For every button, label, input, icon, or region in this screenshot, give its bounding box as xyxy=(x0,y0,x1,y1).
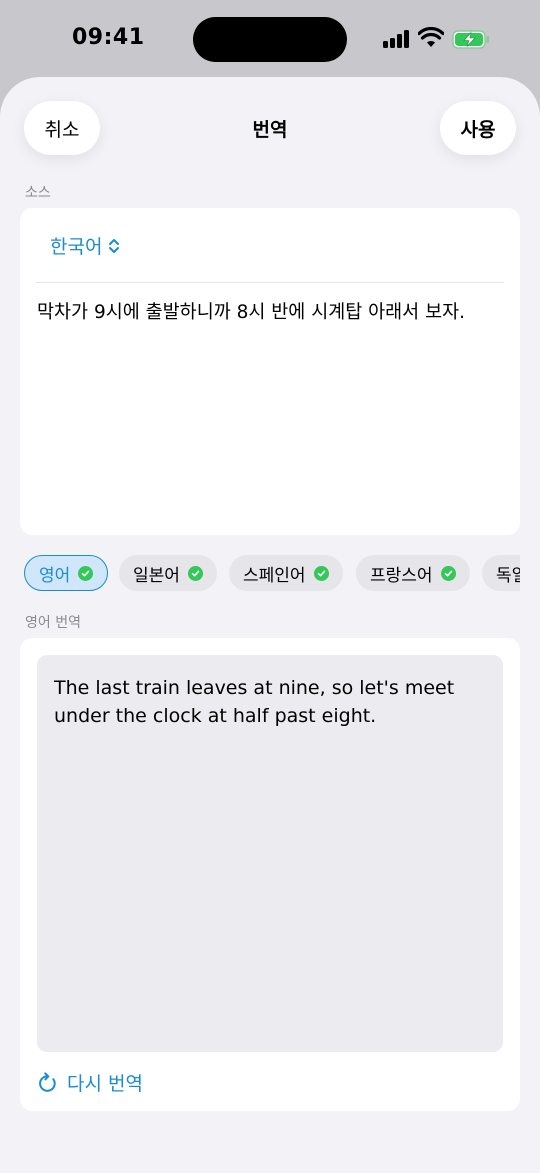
source-language-picker[interactable]: 한국어 xyxy=(50,232,120,259)
checkmark-icon xyxy=(440,565,456,581)
chip-label: 스페인어 xyxy=(243,565,306,586)
source-section-label: 소스 xyxy=(25,185,51,201)
chevron-up-down-icon xyxy=(109,238,120,253)
checkmark-icon xyxy=(313,565,329,581)
chip-label: 독일 xyxy=(496,565,520,586)
chip-label: 프랑스어 xyxy=(370,565,433,586)
chip-english[interactable]: 영어 xyxy=(24,555,109,591)
source-text-input[interactable]: 막차가 9시에 출발하니까 8시 반에 시계탑 아래서 보자. xyxy=(37,299,504,327)
result-card: The last train leaves at nine, so let's … xyxy=(20,638,520,1111)
translation-text: The last train leaves at nine, so let's … xyxy=(54,677,455,727)
result-section-label: 영어 번역 xyxy=(25,615,81,631)
retranslate-button[interactable]: 다시 번역 xyxy=(37,1069,143,1096)
wifi-icon xyxy=(418,27,444,47)
chip-japanese[interactable]: 일본어 xyxy=(119,555,217,591)
chip-spanish[interactable]: 스페인어 xyxy=(229,555,343,591)
status-bar: 09:41 xyxy=(0,0,540,80)
chip-label: 영어 xyxy=(39,565,71,586)
target-language-chips: 영어 일본어 스페인어 프랑스어 독일 xyxy=(0,555,520,591)
cellular-signal-icon xyxy=(383,30,411,48)
chip-label: 일본어 xyxy=(133,565,180,586)
chip-german[interactable]: 독일 xyxy=(482,555,520,591)
refresh-icon xyxy=(39,1071,56,1092)
translation-output[interactable]: The last train leaves at nine, so let's … xyxy=(37,655,503,1052)
checkmark-icon xyxy=(187,565,203,581)
source-language-label: 한국어 xyxy=(50,236,103,258)
dynamic-island xyxy=(193,17,347,62)
use-button[interactable]: 사용 xyxy=(440,101,516,155)
battery-charging-icon xyxy=(452,30,489,49)
source-card: 한국어 막차가 9시에 출발하니까 8시 반에 시계탑 아래서 보자. xyxy=(20,208,520,535)
chip-french[interactable]: 프랑스어 xyxy=(356,555,470,591)
translation-sheet: 취소 번역 사용 소스 한국어 막차가 9시에 출발하니까 8시 반에 시계탑 … xyxy=(0,77,540,1173)
status-time: 09:41 xyxy=(72,25,145,50)
checkmark-icon xyxy=(78,565,94,581)
divider xyxy=(36,282,504,283)
retranslate-label: 다시 번역 xyxy=(67,1073,143,1095)
